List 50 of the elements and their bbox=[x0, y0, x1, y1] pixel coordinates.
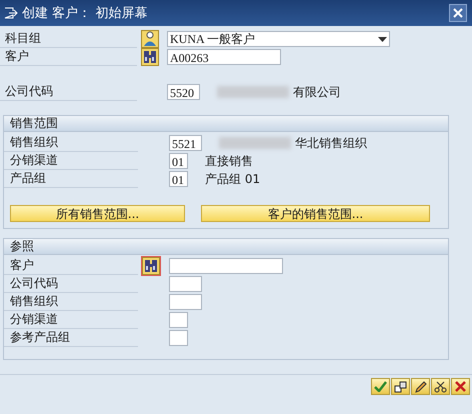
confirm-button[interactable] bbox=[371, 378, 390, 395]
description-text: 直接销售 bbox=[205, 152, 253, 170]
cancel-icon bbox=[455, 381, 466, 392]
field-label: 公司代码 bbox=[0, 83, 137, 101]
close-button[interactable] bbox=[449, 4, 467, 22]
description-text: 产品组 01 bbox=[205, 170, 260, 188]
field-label: 客户 bbox=[0, 48, 137, 66]
field-label: 销售组织 bbox=[4, 293, 138, 311]
field-label: 参考产品组 bbox=[4, 329, 138, 347]
input-field[interactable]: 5521 bbox=[169, 135, 202, 151]
binoculars-icon[interactable] bbox=[141, 48, 159, 66]
document-icon bbox=[394, 380, 407, 392]
close-icon bbox=[453, 8, 463, 18]
input-field[interactable]: 5520 bbox=[167, 84, 200, 100]
blurred-text bbox=[217, 86, 289, 98]
input-field[interactable] bbox=[169, 276, 202, 292]
description-text: 华北销售组织 bbox=[295, 134, 367, 152]
pencil-icon bbox=[414, 380, 427, 392]
toolbar-button[interactable] bbox=[431, 378, 450, 395]
scissors-icon bbox=[434, 380, 447, 392]
account-group-dropdown[interactable]: KUNA 一般客户 bbox=[167, 31, 390, 47]
sales-area-button[interactable]: 客户的销售范围... bbox=[201, 205, 430, 222]
field-label: 产品组 bbox=[4, 170, 138, 188]
window-title: 创建 客户： 初始屏幕 bbox=[22, 5, 148, 22]
field-label: 科目组 bbox=[0, 30, 137, 48]
description-text: 有限公司 bbox=[293, 84, 341, 100]
exit-icon bbox=[4, 7, 18, 19]
field-label: 分销渠道 bbox=[4, 311, 138, 329]
toolbar-button[interactable] bbox=[391, 378, 410, 395]
blurred-text bbox=[219, 137, 291, 149]
input-field[interactable]: 01 bbox=[169, 171, 188, 187]
input-field[interactable] bbox=[169, 312, 188, 328]
input-field[interactable] bbox=[169, 330, 188, 346]
field-label: 公司代码 bbox=[4, 275, 138, 293]
caret-icon bbox=[378, 36, 387, 42]
person-icon[interactable] bbox=[141, 30, 159, 48]
field-label: 客户 bbox=[4, 257, 138, 275]
input-field[interactable] bbox=[169, 294, 202, 310]
check-icon bbox=[374, 381, 387, 392]
binoculars-icon[interactable] bbox=[142, 257, 160, 275]
panel-title: 参照 bbox=[4, 239, 448, 255]
field-label: 销售组织 bbox=[4, 134, 138, 152]
input-field[interactable] bbox=[169, 258, 283, 274]
field-label: 分销渠道 bbox=[4, 152, 138, 170]
cancel-button[interactable] bbox=[451, 378, 470, 395]
panel-title: 销售范围 bbox=[4, 116, 448, 132]
input-field[interactable]: A00263 bbox=[167, 49, 281, 65]
sales-area-button[interactable]: 所有销售范围... bbox=[10, 205, 185, 222]
input-field[interactable]: 01 bbox=[169, 153, 188, 169]
toolbar-button[interactable] bbox=[411, 378, 430, 395]
